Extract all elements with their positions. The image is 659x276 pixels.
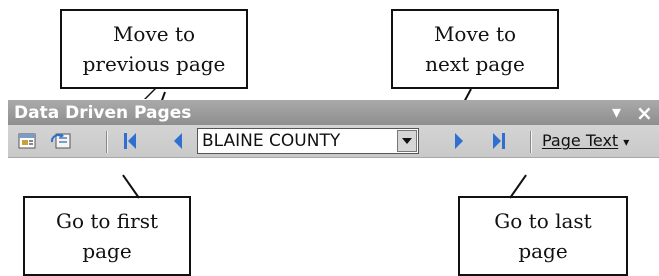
callout-first-page: Go to first page	[23, 196, 191, 276]
refresh-button[interactable]	[48, 129, 74, 153]
toolbar-buttons-row: BLAINE COUNTY Page Text ▾	[8, 125, 659, 158]
close-icon[interactable]: ×	[636, 101, 653, 125]
callout-text-line1: Go to last	[494, 209, 592, 233]
page-selector-dropdown-button[interactable]	[397, 130, 417, 152]
chevron-down-icon	[402, 138, 412, 144]
next-page-icon	[455, 133, 463, 149]
callout-text-line1: Go to first	[55, 209, 158, 233]
previous-page-icon	[174, 133, 182, 149]
callout-text-line2: previous page	[82, 52, 226, 76]
setup-pages-icon	[18, 133, 36, 149]
toolbar-separator	[106, 131, 108, 153]
previous-page-button[interactable]	[167, 129, 189, 153]
data-driven-pages-toolbar: Data Driven Pages ▾ × BLAINE COUNTY Page…	[8, 100, 659, 158]
last-page-button[interactable]	[488, 129, 514, 153]
callout-text-line1: Move to	[433, 22, 517, 46]
setup-pages-button[interactable]	[16, 129, 40, 153]
callout-previous-page: Move to previous page	[60, 9, 248, 89]
toolbar-title: Data Driven Pages	[14, 103, 192, 123]
callout-last-page: Go to last page	[458, 196, 628, 276]
callout-text-line2: page	[82, 239, 132, 263]
page-selector-value: BLAINE COUNTY	[202, 131, 341, 151]
callout-text-line1: Move to	[112, 22, 196, 46]
toolbar-separator	[530, 131, 532, 153]
first-page-button[interactable]	[119, 129, 141, 153]
page-selector-combobox[interactable]: BLAINE COUNTY	[197, 128, 419, 154]
callout-text-line2: page	[518, 239, 568, 263]
leader-line	[509, 174, 527, 199]
leader-line	[122, 174, 140, 199]
toolbar-menu-icon[interactable]: ▾	[612, 101, 621, 125]
next-page-button[interactable]	[448, 129, 470, 153]
callout-next-page: Move to next page	[391, 9, 559, 89]
first-page-icon	[124, 133, 136, 149]
last-page-icon	[493, 133, 505, 149]
chevron-down-icon: ▾	[623, 135, 630, 149]
callout-text-line2: next page	[425, 52, 525, 76]
toolbar-titlebar[interactable]: Data Driven Pages ▾ ×	[8, 101, 659, 125]
leader-line	[144, 89, 156, 99]
refresh-icon	[50, 133, 71, 149]
page-text-menu-button[interactable]: Page Text ▾	[542, 129, 629, 153]
page-text-label: Page Text	[542, 131, 619, 150]
